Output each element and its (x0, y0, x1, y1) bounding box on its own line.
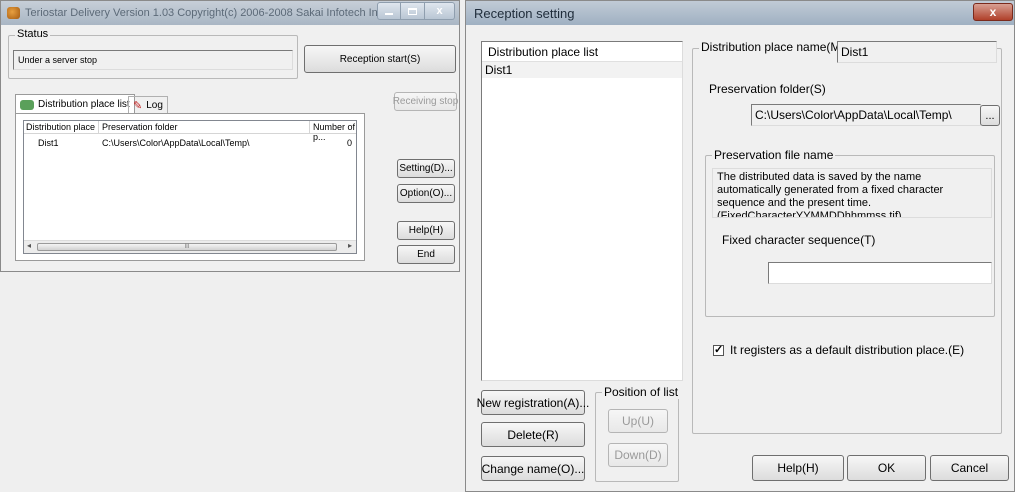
position-of-list-group: Position of list Up(U) Down(D) (595, 385, 681, 482)
place-name-value: Dist1 (841, 45, 869, 59)
tab-log-label: Log (146, 100, 163, 111)
fixed-sequence-label: Fixed character sequence(T) (722, 233, 876, 247)
col-preservation-folder[interactable]: Preservation folder (102, 122, 178, 132)
option-button[interactable]: Option(O)... (397, 184, 455, 203)
dialog-title-bar[interactable]: Reception setting (466, 1, 1014, 25)
preservation-folder-value: C:\Users\Color\AppData\Local\Temp\ (755, 108, 952, 122)
cancel-button[interactable]: Cancel (930, 455, 1009, 481)
main-window: Teriostar Delivery Version 1.03 Copyrigh… (0, 0, 460, 272)
dialog-help-label: Help(H) (777, 461, 819, 475)
change-name-label: Change name(O)... (481, 461, 585, 476)
status-group: Status Under a server stop (8, 28, 298, 79)
scroll-thumb[interactable]: III (37, 243, 337, 251)
delete-label: Delete(R) (507, 427, 559, 442)
preservation-folder-field[interactable]: C:\Users\Color\AppData\Local\Temp\ (751, 104, 981, 126)
row-count: 0 (346, 138, 352, 148)
row-place: Dist1 (38, 138, 59, 148)
new-registration-label: New registration(A)... (476, 395, 590, 410)
new-registration-button[interactable]: New registration(A)... (477, 390, 589, 415)
reception-start-label: Reception start(S) (339, 53, 421, 65)
preservation-folder-label: Preservation folder(S) (709, 82, 826, 96)
status-group-label: Status (15, 28, 51, 40)
down-button[interactable]: Down(D) (608, 443, 668, 467)
reception-setting-dialog: Reception setting x Distribution place l… (465, 0, 1015, 492)
maximize-button[interactable] (401, 2, 425, 20)
file-name-description-box: The distributed data is saved by the nam… (712, 168, 992, 218)
default-place-row[interactable]: ✓ It registers as a default distribution… (713, 343, 964, 357)
list-item[interactable]: Dist1 (482, 62, 682, 78)
minimize-button[interactable] (377, 2, 401, 20)
default-place-checkbox[interactable]: ✓ (713, 343, 724, 356)
up-label: Up(U) (622, 414, 654, 428)
status-field: Under a server stop (13, 50, 293, 70)
tab-distribution-label: Distribution place list (38, 99, 130, 110)
end-button[interactable]: End (397, 245, 455, 264)
up-button[interactable]: Up(U) (608, 409, 668, 433)
ok-label: OK (877, 461, 896, 475)
list-view[interactable]: Distribution place Preservation folder N… (23, 120, 357, 254)
delete-button[interactable]: Delete(R) (481, 422, 585, 447)
dialog-close-button[interactable]: x (973, 3, 1013, 21)
col-divider-2 (309, 121, 310, 133)
checkmark-icon: ✓ (714, 343, 724, 356)
main-window-title: Teriostar Delivery Version 1.03 Copyrigh… (25, 7, 387, 19)
scroll-right-icon[interactable]: ▸ (348, 241, 352, 250)
window-controls: x (377, 2, 457, 20)
setting-label: Setting(D)... (399, 163, 453, 174)
cancel-label: Cancel (950, 461, 989, 475)
dialog-close-icon: x (989, 5, 997, 19)
scroll-grip: III (184, 244, 190, 250)
browse-label: ... (985, 109, 995, 122)
setting-button[interactable]: Setting(D)... (397, 159, 455, 178)
col-divider-1 (98, 121, 99, 133)
list-header: Distribution place Preservation folder N… (24, 121, 356, 142)
reception-start-button[interactable]: Reception start(S) (304, 45, 456, 73)
distribution-list-icon (20, 99, 34, 110)
down-label: Down(D) (614, 448, 662, 462)
receiving-stop-button[interactable]: Receiving stop (392, 92, 459, 111)
close-button[interactable]: x (425, 2, 455, 20)
horizontal-scrollbar[interactable]: ◂ III ▸ (24, 240, 356, 253)
end-label: End (417, 249, 435, 260)
status-text: Under a server stop (18, 55, 98, 65)
file-name-description: The distributed data is saved by the nam… (717, 171, 944, 218)
minimize-icon (385, 13, 393, 15)
option-label: Option(O)... (399, 188, 453, 199)
close-icon: x (436, 5, 443, 17)
row-folder: C:\Users\Color\AppData\Local\Temp\ (102, 138, 250, 148)
col-distribution-place[interactable]: Distribution place (26, 122, 95, 132)
browse-folder-button[interactable]: ... (980, 105, 1000, 126)
tab-distribution-place-list[interactable]: Distribution place list (15, 94, 135, 114)
place-name-field[interactable]: Dist1 (837, 41, 997, 63)
preservation-file-name-group: Preservation file name The distributed d… (705, 148, 995, 317)
help-label: Help(H) (408, 225, 444, 236)
fixed-sequence-input[interactable] (768, 262, 992, 284)
distribution-place-listbox[interactable]: Distribution place list Dist1 (481, 41, 683, 381)
table-row[interactable]: Dist1 C:\Users\Color\AppData\Local\Temp\… (24, 137, 356, 151)
change-name-button[interactable]: Change name(O)... (481, 456, 585, 481)
listbox-header: Distribution place list (482, 42, 682, 62)
maximize-icon (408, 7, 417, 15)
default-place-label: It registers as a default distribution p… (730, 343, 965, 357)
help-button[interactable]: Help(H) (397, 221, 455, 240)
app-icon (7, 7, 20, 19)
distribution-place-group: Distribution place name(M) Dist1 Preserv… (692, 40, 1002, 434)
file-name-label: Preservation file name (712, 148, 836, 162)
tab-log[interactable]: ✎ Log (128, 96, 168, 114)
log-icon: ✎ (133, 100, 143, 112)
dialog-title: Reception setting (474, 5, 575, 21)
scroll-left-icon[interactable]: ◂ (27, 241, 31, 250)
place-name-label: Distribution place name(M) (699, 40, 847, 54)
receiving-stop-label: Receiving stop (392, 96, 459, 107)
dialog-help-button[interactable]: Help(H) (752, 455, 844, 481)
ok-button[interactable]: OK (847, 455, 926, 481)
position-group-label: Position of list (602, 385, 681, 399)
tab-page: Distribution place Preservation folder N… (15, 113, 365, 261)
